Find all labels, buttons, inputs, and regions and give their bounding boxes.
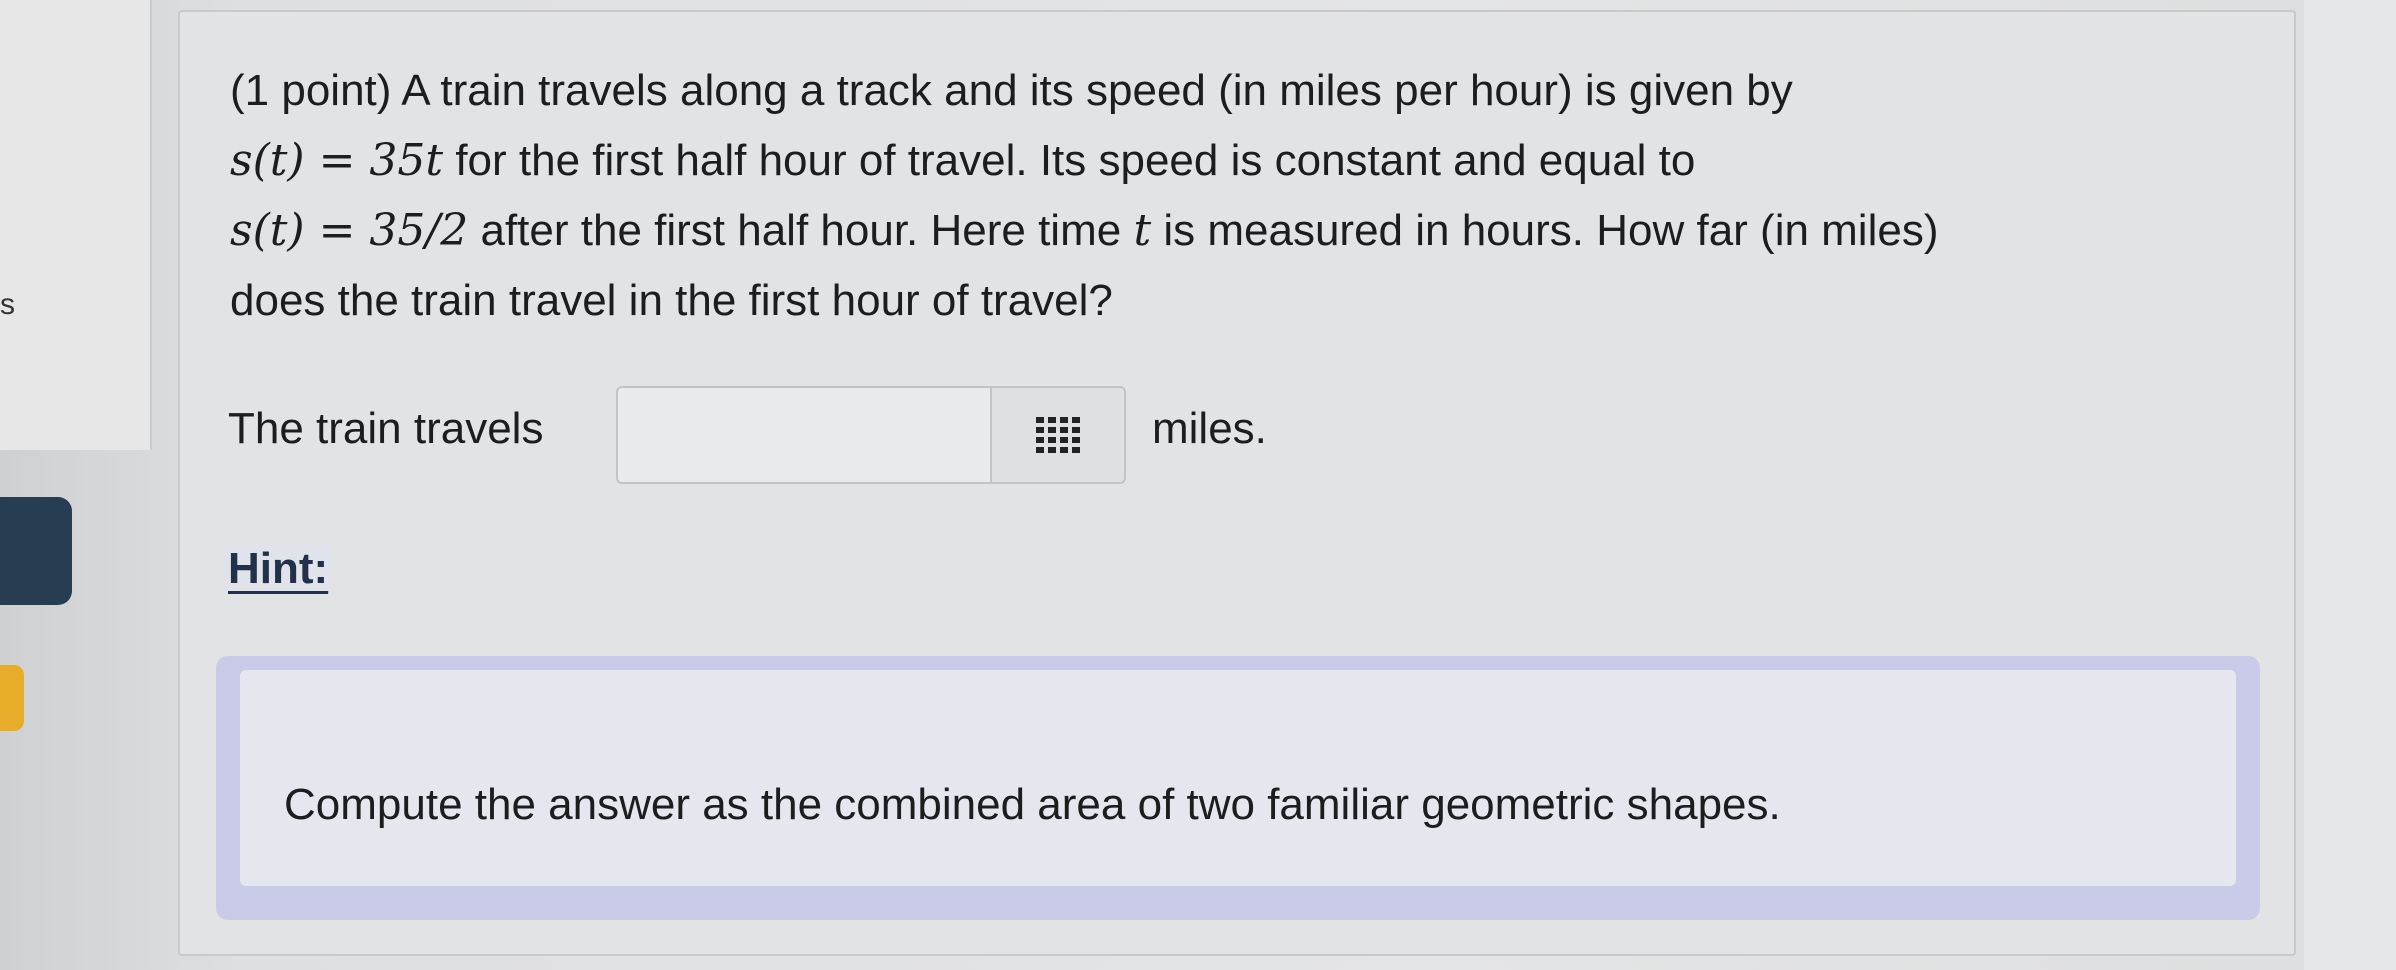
sidebar-partial-text: s bbox=[0, 288, 15, 321]
question-text: (1 point) A train travels along a track … bbox=[230, 56, 2250, 336]
speed-formula-2: s(t) = 35/2 bbox=[230, 205, 469, 256]
left-sidebar-panel: s bbox=[0, 0, 152, 450]
grid-keypad-icon bbox=[1036, 417, 1080, 453]
hint-box: Compute the answer as the combined area … bbox=[216, 656, 2260, 920]
hint-content: Compute the answer as the combined area … bbox=[240, 670, 2236, 886]
hint-toggle-link[interactable]: Hint: bbox=[224, 544, 333, 594]
equation-editor-button[interactable] bbox=[990, 386, 1126, 484]
sidebar-warning-tab[interactable] bbox=[0, 665, 24, 731]
answer-input[interactable] bbox=[616, 386, 992, 484]
question-line-3: s(t) = 35/2 after the first half hour. H… bbox=[230, 196, 2250, 266]
hint-text: Compute the answer as the combined area … bbox=[284, 780, 1781, 829]
time-variable: t bbox=[1133, 205, 1152, 256]
right-edge-panel bbox=[2304, 0, 2396, 970]
question-line-3-text-a: after the first half hour. Here time bbox=[468, 206, 1134, 255]
question-line-2: s(t) = 35t for the first half hour of tr… bbox=[230, 126, 2250, 196]
question-line-3-text-b: is measured in hours. How far (in miles) bbox=[1151, 206, 1939, 255]
question-line-1: (1 point) A train travels along a track … bbox=[230, 66, 1793, 115]
speed-formula-1: s(t) = 35t bbox=[230, 135, 444, 186]
page: s s (1 point) A train travels along a tr… bbox=[0, 0, 2396, 970]
answer-unit: miles. bbox=[1152, 404, 1267, 453]
sidebar-nav-button[interactable]: s bbox=[0, 497, 72, 605]
problem-panel: (1 point) A train travels along a track … bbox=[178, 10, 2296, 956]
question-line-4: does the train travel in the first hour … bbox=[230, 276, 1113, 325]
answer-row: The train travels miles. bbox=[228, 372, 1428, 484]
answer-prefix: The train travels bbox=[228, 404, 544, 453]
question-line-2-text: for the first half hour of travel. Its s… bbox=[443, 136, 1696, 185]
